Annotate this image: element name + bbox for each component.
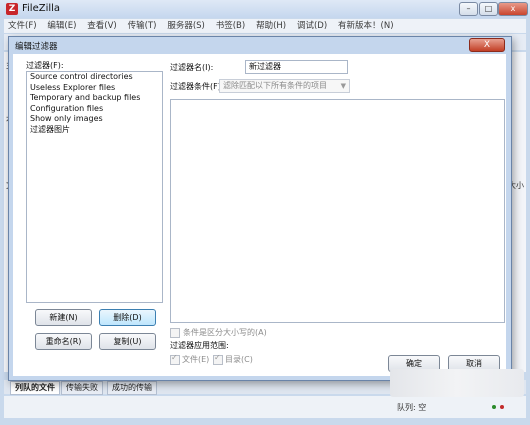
menu-new-version[interactable]: 有新版本！(N): [338, 19, 394, 33]
tab-queued-files[interactable]: 列队的文件: [10, 381, 60, 395]
filter-condition-value: 滤除匹配以下所有条件的项目: [223, 81, 327, 90]
filter-condition-select[interactable]: 滤除匹配以下所有条件的项目 ▼: [219, 79, 350, 93]
main-titlebar: Z FileZilla – □ x: [0, 0, 530, 18]
filezilla-logo-icon: Z: [6, 3, 18, 15]
status-dot-green-icon: [492, 405, 496, 409]
rename-filter-button[interactable]: 重命名(R): [35, 333, 92, 350]
maximize-icon[interactable]: □: [479, 2, 498, 16]
filter-item[interactable]: Temporary and backup files: [27, 93, 162, 104]
status-dot-red-icon: [500, 405, 504, 409]
filter-item[interactable]: Source control directories: [27, 72, 162, 83]
tab-successful-transfers[interactable]: 成功的传输: [107, 381, 157, 395]
filter-item[interactable]: Useless Explorer files: [27, 83, 162, 94]
filter-item[interactable]: Configuration files: [27, 104, 162, 115]
minimize-icon[interactable]: –: [459, 2, 478, 16]
tab-failed-transfers[interactable]: 传输失败: [61, 381, 103, 395]
scope-dirs-checkbox[interactable]: [213, 353, 223, 365]
edit-filters-dialog: 编辑过滤器 X 过滤器(F): Source control directori…: [8, 36, 512, 381]
menu-transfer[interactable]: 传输(T): [128, 19, 157, 33]
case-sensitive-checkbox[interactable]: [170, 328, 180, 338]
new-filter-button[interactable]: 新建(N): [35, 309, 92, 326]
filter-condition-label: 过滤器条件(F):: [170, 82, 224, 91]
scope-files-label: 文件(E): [182, 355, 210, 364]
menu-view[interactable]: 查看(V): [87, 19, 116, 33]
filter-name-input[interactable]: 新过滤器: [245, 60, 348, 74]
queue-status: 队列: 空: [397, 403, 427, 412]
menu-bar: 文件(F) 编辑(E) 查看(V) 传输(T) 服务器(S) 书签(B) 帮助(…: [4, 19, 526, 33]
close-window-icon[interactable]: x: [498, 2, 528, 16]
chevron-down-icon: ▼: [340, 82, 346, 90]
menu-server[interactable]: 服务器(S): [167, 19, 205, 33]
dialog-title: 编辑过滤器: [15, 42, 58, 52]
menu-help[interactable]: 帮助(H): [256, 19, 286, 33]
scope-files-checkbox[interactable]: [170, 353, 180, 365]
blurred-overlay: [390, 369, 524, 397]
status-bar: 队列: 空: [4, 396, 526, 418]
menu-edit[interactable]: 编辑(E): [47, 19, 76, 33]
menu-bookmarks[interactable]: 书签(B): [216, 19, 245, 33]
menu-file[interactable]: 文件(F): [8, 19, 37, 33]
filter-name-label: 过滤器名(I):: [170, 63, 214, 72]
case-sensitive-label: 条件是区分大小写的(A): [183, 328, 267, 337]
dialog-close-button[interactable]: X: [469, 38, 505, 52]
filter-item[interactable]: 过滤器图片: [27, 125, 162, 136]
copy-filter-button[interactable]: 复制(U): [99, 333, 156, 350]
filter-item[interactable]: Show only images: [27, 114, 162, 125]
conditions-area[interactable]: [170, 99, 505, 323]
filter-list[interactable]: Source control directories Useless Explo…: [26, 71, 163, 303]
filter-scope-label: 过滤器应用范围:: [170, 341, 229, 350]
menu-debug[interactable]: 调试(D): [297, 19, 327, 33]
delete-filter-button[interactable]: 删除(D): [99, 309, 156, 326]
filters-label: 过滤器(F):: [26, 61, 64, 70]
scope-dirs-label: 目录(C): [225, 355, 253, 364]
main-window-title: FileZilla: [22, 3, 61, 14]
dialog-content: 过滤器(F): Source control directories Usele…: [13, 54, 506, 376]
